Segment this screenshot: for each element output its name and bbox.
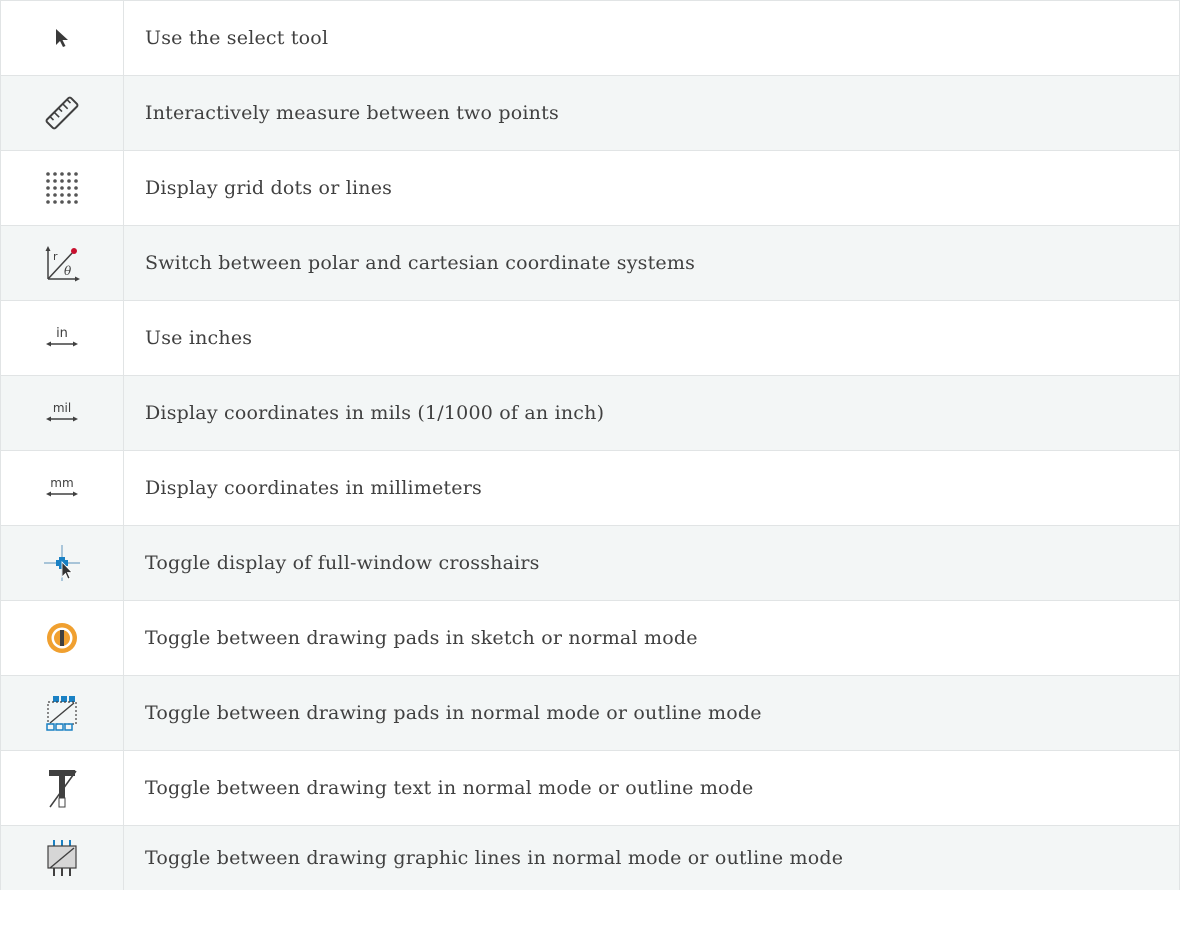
table-row: Use the select tool <box>0 0 1180 76</box>
toolbar-reference-table: Use the select tool Interactively measur… <box>0 0 1180 890</box>
icon-cell <box>0 600 124 676</box>
select-arrow-icon <box>1 26 123 50</box>
description-cell: Toggle display of full-window crosshairs <box>123 525 1180 601</box>
icon-cell <box>0 675 124 751</box>
table-row: Toggle display of full-window crosshairs <box>0 525 1180 601</box>
crosshairs-icon <box>1 543 123 583</box>
description-cell: Toggle between drawing graphic lines in … <box>123 825 1180 890</box>
icon-cell <box>0 0 124 76</box>
table-row: Toggle between drawing pads in sketch or… <box>0 600 1180 676</box>
description-cell: Use inches <box>123 300 1180 376</box>
icon-cell <box>0 75 124 151</box>
icon-cell <box>0 525 124 601</box>
table-row: Interactively measure between two points <box>0 75 1180 151</box>
description-cell: Toggle between drawing text in normal mo… <box>123 750 1180 826</box>
units-inches-icon: in <box>1 322 123 354</box>
ruler-measure-icon <box>1 93 123 133</box>
graphic-lines-outline-mode-icon <box>1 838 123 878</box>
icon-cell: in <box>0 300 124 376</box>
description-cell: Display coordinates in mils (1/1000 of a… <box>123 375 1180 451</box>
svg-text:mm: mm <box>50 476 73 490</box>
description-cell: Toggle between drawing pads in normal mo… <box>123 675 1180 751</box>
table-row: in Use inches <box>0 300 1180 376</box>
table-row: r θ Switch between polar and cartesian c… <box>0 225 1180 301</box>
grid-dots-icon <box>1 170 123 206</box>
icon-cell <box>0 150 124 226</box>
svg-text:r: r <box>53 250 58 263</box>
table-row: mm Display coordinates in millimeters <box>0 450 1180 526</box>
description-cell: Interactively measure between two points <box>123 75 1180 151</box>
table-row: Display grid dots or lines <box>0 150 1180 226</box>
icon-cell: r θ <box>0 225 124 301</box>
table-row: Toggle between drawing text in normal mo… <box>0 750 1180 826</box>
description-cell: Use the select tool <box>123 0 1180 76</box>
pad-sketch-mode-icon <box>1 620 123 656</box>
icon-cell <box>0 825 124 890</box>
icon-cell <box>0 750 124 826</box>
text-outline-mode-icon <box>1 767 123 809</box>
icon-cell: mm <box>0 450 124 526</box>
description-cell: Display coordinates in millimeters <box>123 450 1180 526</box>
svg-text:in: in <box>56 326 68 341</box>
table-row: mil Display coordinates in mils (1/1000 … <box>0 375 1180 451</box>
polar-coordinates-icon: r θ <box>1 243 123 283</box>
svg-text:mil: mil <box>53 401 71 415</box>
pad-outline-mode-icon <box>1 693 123 733</box>
table-row: Toggle between drawing graphic lines in … <box>0 825 1180 890</box>
units-mm-icon: mm <box>1 472 123 504</box>
svg-text:θ: θ <box>64 264 72 278</box>
description-cell: Switch between polar and cartesian coord… <box>123 225 1180 301</box>
description-cell: Display grid dots or lines <box>123 150 1180 226</box>
description-cell: Toggle between drawing pads in sketch or… <box>123 600 1180 676</box>
icon-cell: mil <box>0 375 124 451</box>
table-row: Toggle between drawing pads in normal mo… <box>0 675 1180 751</box>
units-mils-icon: mil <box>1 397 123 429</box>
